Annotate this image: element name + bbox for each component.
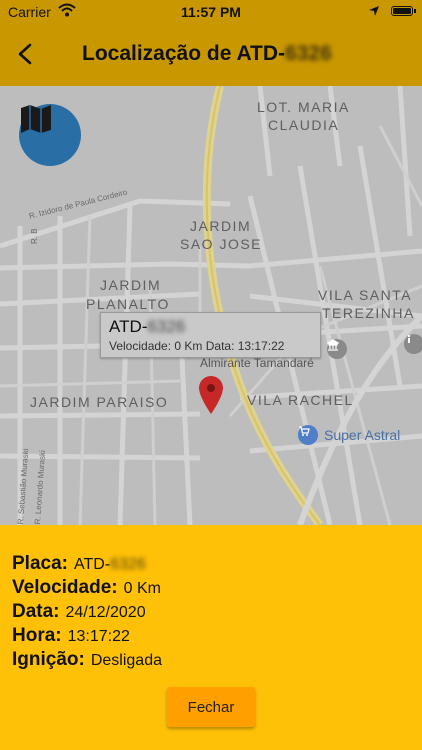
plate-masked: 6326	[110, 556, 146, 573]
time-value: 13:17:22	[67, 628, 130, 645]
time-label: Hora:	[12, 625, 62, 646]
app-bar: Localização de ATD-6326	[0, 24, 422, 86]
neighborhood-label: SAO JOSE	[180, 236, 263, 252]
date-label: Data:	[12, 601, 60, 622]
back-arrow-icon	[18, 43, 32, 65]
battery-tip	[414, 9, 416, 13]
poi-super-astral[interactable]: Super Astral	[298, 425, 400, 445]
neighborhood-label: JARDIM	[190, 218, 252, 234]
street-label: R. B	[30, 228, 39, 244]
speed-row: Velocidade: 0 Km	[12, 577, 161, 599]
neighborhood-label: PLANALTO	[86, 296, 170, 312]
neighborhood-label: VILA SANTA	[318, 287, 413, 303]
ignition-label: Ignição:	[12, 649, 85, 670]
neighborhood-label: JARDIM	[100, 277, 162, 293]
date-row: Data: 24/12/2020	[12, 601, 146, 623]
marker-info-window[interactable]: ATD-6326 Velocidade: 0 Km Data: 13:17:22	[100, 312, 321, 358]
map-pin-icon	[199, 376, 223, 414]
back-button[interactable]	[12, 40, 40, 68]
poi-label: Super Astral	[324, 427, 401, 443]
neighborhood-label: CLAUDIA	[268, 117, 340, 133]
plate-prefix: ATD-	[73, 556, 111, 573]
time-row: Hora: 13:17:22	[12, 625, 130, 647]
map-view[interactable]: LOT. MARIA CLAUDIA JARDIM SAO JOSE JARDI…	[0, 86, 422, 525]
status-time: 11:57 PM	[181, 4, 241, 20]
close-button[interactable]: Fechar	[167, 687, 255, 727]
plate-label: Placa:	[12, 553, 68, 574]
shopping-cart-icon	[298, 425, 318, 445]
title-prefix: Localização de ATD-	[82, 42, 286, 65]
map-icon	[21, 105, 51, 133]
vehicle-marker[interactable]	[198, 375, 224, 415]
poi-label: Almirante Tamandaré	[200, 356, 314, 370]
ignition-row: Ignição: Desligada	[12, 649, 162, 671]
poi-unknown[interactable]	[404, 334, 422, 354]
neighborhood-label: VILA RACHEL	[247, 392, 354, 408]
speed-value: 0 Km	[123, 580, 161, 597]
battery-icon	[391, 6, 413, 16]
map-type-button[interactable]	[19, 104, 81, 166]
page-title: Localização de ATD-6326	[82, 42, 332, 66]
poi-tamandare[interactable]	[327, 339, 347, 359]
vehicle-info-panel: Placa: ATD-6326 Velocidade: 0 Km Data: 24/1…	[0, 525, 422, 750]
ignition-value: Desligada	[90, 652, 162, 669]
location-arrow-icon	[368, 4, 380, 20]
speed-label: Velocidade:	[12, 577, 118, 598]
plate-row: Placa: ATD-6326	[12, 553, 146, 575]
title-plate-masked: 6326	[285, 42, 332, 65]
date-value: 24/12/2020	[65, 604, 146, 621]
neighborhood-label: JARDIM PARAISO	[30, 394, 169, 410]
info-window-subtitle: Velocidade: 0 Km Data: 13:17:22	[109, 339, 285, 353]
museum-icon	[327, 339, 347, 359]
neighborhood-label: LOT. MARIA	[257, 99, 350, 115]
info-window-plate-prefix: ATD-	[109, 317, 148, 336]
info-icon	[404, 334, 422, 354]
info-window-title: ATD-6326	[109, 317, 312, 337]
info-window-plate-masked: 6326	[147, 317, 186, 336]
neighborhood-label: TEREZINHA	[322, 305, 415, 321]
status-bar: Carrier 11:57 PM	[0, 0, 422, 24]
